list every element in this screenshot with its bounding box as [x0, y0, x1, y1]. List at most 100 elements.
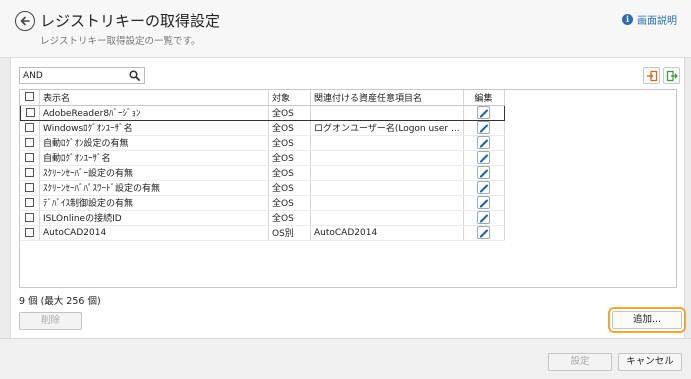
row-target: 全OS	[268, 150, 311, 166]
row-edit-cell[interactable]	[463, 180, 505, 196]
delete-button[interactable]: 削除	[19, 312, 82, 330]
column-header-edit: 編集	[463, 90, 505, 106]
search-icon[interactable]	[129, 70, 140, 84]
row-field	[310, 210, 464, 226]
row-field: ログオンユーザー名(Logon user ...	[310, 120, 464, 136]
registry-key-table: 表示名 対象 関連付ける資産任意項目名 編集 AdobeReader8ﾊﾞｰｼﾞ…	[20, 90, 505, 241]
row-name: Windowsﾛｸﾞｵﾝﾕｰｻﾞ名	[39, 120, 269, 136]
import-icon	[647, 70, 658, 82]
row-target: 全OS	[268, 165, 311, 181]
info-icon: i	[622, 14, 633, 25]
search-input[interactable]	[20, 68, 120, 83]
row-field	[310, 180, 464, 196]
row-field	[310, 195, 464, 211]
select-all-header[interactable]	[20, 90, 40, 106]
row-checkbox[interactable]	[25, 182, 35, 192]
row-edit-cell[interactable]	[463, 120, 505, 136]
row-field	[310, 165, 464, 181]
column-header-name[interactable]: 表示名	[39, 90, 269, 106]
back-arrow-icon[interactable]	[15, 11, 35, 31]
row-edit-cell[interactable]	[463, 165, 505, 181]
row-target: 全OS	[268, 180, 311, 196]
table-row[interactable]: AdobeReader8ﾊﾞｰｼﾞｮﾝ 全OS	[20, 104, 505, 121]
row-target: 全OS	[268, 135, 311, 151]
row-checkbox-cell[interactable]	[20, 195, 40, 211]
item-count-text: 9 個 (最大 256 個)	[19, 296, 101, 307]
table-body: AdobeReader8ﾊﾞｰｼﾞｮﾝ 全OS Windowsﾛｸﾞｵﾝﾕｰｻﾞ名全…	[20, 104, 505, 241]
edit-pencil-icon[interactable]	[477, 136, 491, 149]
row-checkbox[interactable]	[25, 212, 35, 222]
row-edit-cell[interactable]	[463, 210, 505, 226]
row-edit-cell[interactable]	[463, 225, 505, 241]
edit-pencil-icon[interactable]	[477, 166, 491, 179]
row-name: AutoCAD2014	[39, 225, 269, 241]
row-target: 全OS	[268, 195, 311, 211]
row-checkbox-cell[interactable]	[20, 210, 40, 226]
table-row[interactable]: 自動ﾛｸﾞｵﾝﾕｰｻﾞ名 全OS	[20, 150, 505, 166]
row-checkbox-cell[interactable]	[20, 165, 40, 181]
footer-bar: 設定 キャンセル	[0, 338, 691, 379]
edit-pencil-icon[interactable]	[477, 211, 491, 224]
select-all-checkbox[interactable]	[25, 92, 35, 102]
page-subtitle: レジストリキー取得設定の一覧です。	[40, 36, 201, 47]
table-row[interactable]: ｽｸﾘｰﾝｾｰﾊﾞｰ設定の有無 全OS	[20, 165, 505, 181]
row-edit-cell[interactable]	[463, 135, 505, 151]
row-checkbox-cell[interactable]	[20, 120, 40, 136]
help-label: 画面説明	[637, 16, 677, 27]
cancel-button[interactable]: キャンセル	[618, 353, 682, 371]
edit-pencil-icon[interactable]	[477, 106, 491, 119]
table-row[interactable]: ｽｸﾘｰﾝｾｰﾊﾞﾊﾟｽﾜｰﾄﾞ設定の有無 全OS	[20, 180, 505, 196]
row-target: OS別	[268, 225, 311, 241]
page-title: レジストリキーの取得設定	[40, 12, 221, 30]
row-name: AdobeReader8ﾊﾞｰｼﾞｮﾝ	[39, 104, 269, 121]
search-box[interactable]	[19, 67, 145, 84]
row-name: 自動ﾛｸﾞｵﾝﾕｰｻﾞ名	[39, 150, 269, 166]
row-field: AutoCAD2014	[310, 225, 464, 241]
export-button[interactable]	[663, 67, 680, 84]
edit-pencil-icon[interactable]	[477, 196, 491, 209]
table-row[interactable]: ISLOnlineの接続ID 全OS	[20, 210, 505, 226]
row-edit-cell[interactable]	[463, 195, 505, 211]
table-row[interactable]: Windowsﾛｸﾞｵﾝﾕｰｻﾞ名 全OS ログオンユーザー名(Logon user…	[20, 120, 505, 136]
table-header-row: 表示名 対象 関連付ける資産任意項目名 編集	[20, 90, 505, 106]
row-checkbox[interactable]	[25, 122, 35, 132]
row-name: ｽｸﾘｰﾝｾｰﾊﾞﾊﾟｽﾜｰﾄﾞ設定の有無	[39, 180, 269, 196]
set-button[interactable]: 設定	[548, 353, 612, 371]
row-checkbox[interactable]	[25, 107, 35, 117]
row-edit-cell[interactable]	[463, 150, 505, 166]
import-button[interactable]	[643, 67, 660, 84]
row-checkbox-cell[interactable]	[20, 225, 40, 241]
export-icon	[666, 70, 678, 82]
edit-pencil-icon[interactable]	[477, 151, 491, 164]
row-name: ｽｸﾘｰﾝｾｰﾊﾞｰ設定の有無	[39, 165, 269, 181]
registry-key-grid: 表示名 対象 関連付ける資産任意項目名 編集 AdobeReader8ﾊﾞｰｼﾞ…	[19, 89, 677, 288]
table-row[interactable]: AutoCAD2014 OS別 AutoCAD2014	[20, 225, 505, 241]
row-checkbox[interactable]	[25, 167, 35, 177]
help-link[interactable]: i 画面説明	[622, 12, 677, 27]
column-header-target[interactable]: 対象	[268, 90, 311, 106]
main-panel: 表示名 対象 関連付ける資産任意項目名 編集 AdobeReader8ﾊﾞｰｼﾞ…	[10, 58, 686, 338]
row-checkbox-cell[interactable]	[20, 180, 40, 196]
table-row[interactable]: 自動ﾛｸﾞｵﾝ設定の有無 全OS	[20, 135, 505, 151]
row-name: ISLOnlineの接続ID	[39, 210, 269, 226]
edit-pencil-icon[interactable]	[477, 226, 491, 239]
row-field	[310, 104, 464, 121]
row-field	[310, 150, 464, 166]
page-header: レジストリキーの取得設定 レジストリキー取得設定の一覧です。 i 画面説明	[0, 0, 691, 58]
row-target: 全OS	[268, 104, 311, 121]
row-edit-cell[interactable]	[463, 104, 505, 121]
row-checkbox-cell[interactable]	[20, 150, 40, 166]
edit-pencil-icon[interactable]	[477, 181, 491, 194]
row-checkbox[interactable]	[25, 197, 35, 207]
row-checkbox[interactable]	[25, 227, 35, 237]
row-checkbox-cell[interactable]	[20, 135, 40, 151]
column-header-field[interactable]: 関連付ける資産任意項目名	[310, 90, 464, 106]
add-button[interactable]: 追加...	[608, 307, 686, 333]
row-checkbox-cell[interactable]	[20, 104, 40, 121]
row-target: 全OS	[268, 210, 311, 226]
table-row[interactable]: ﾃﾞﾊﾞｲｽ制御設定の有無 全OS	[20, 195, 505, 211]
row-checkbox[interactable]	[25, 137, 35, 147]
edit-pencil-icon[interactable]	[477, 121, 491, 134]
row-field	[310, 135, 464, 151]
row-checkbox[interactable]	[25, 152, 35, 162]
